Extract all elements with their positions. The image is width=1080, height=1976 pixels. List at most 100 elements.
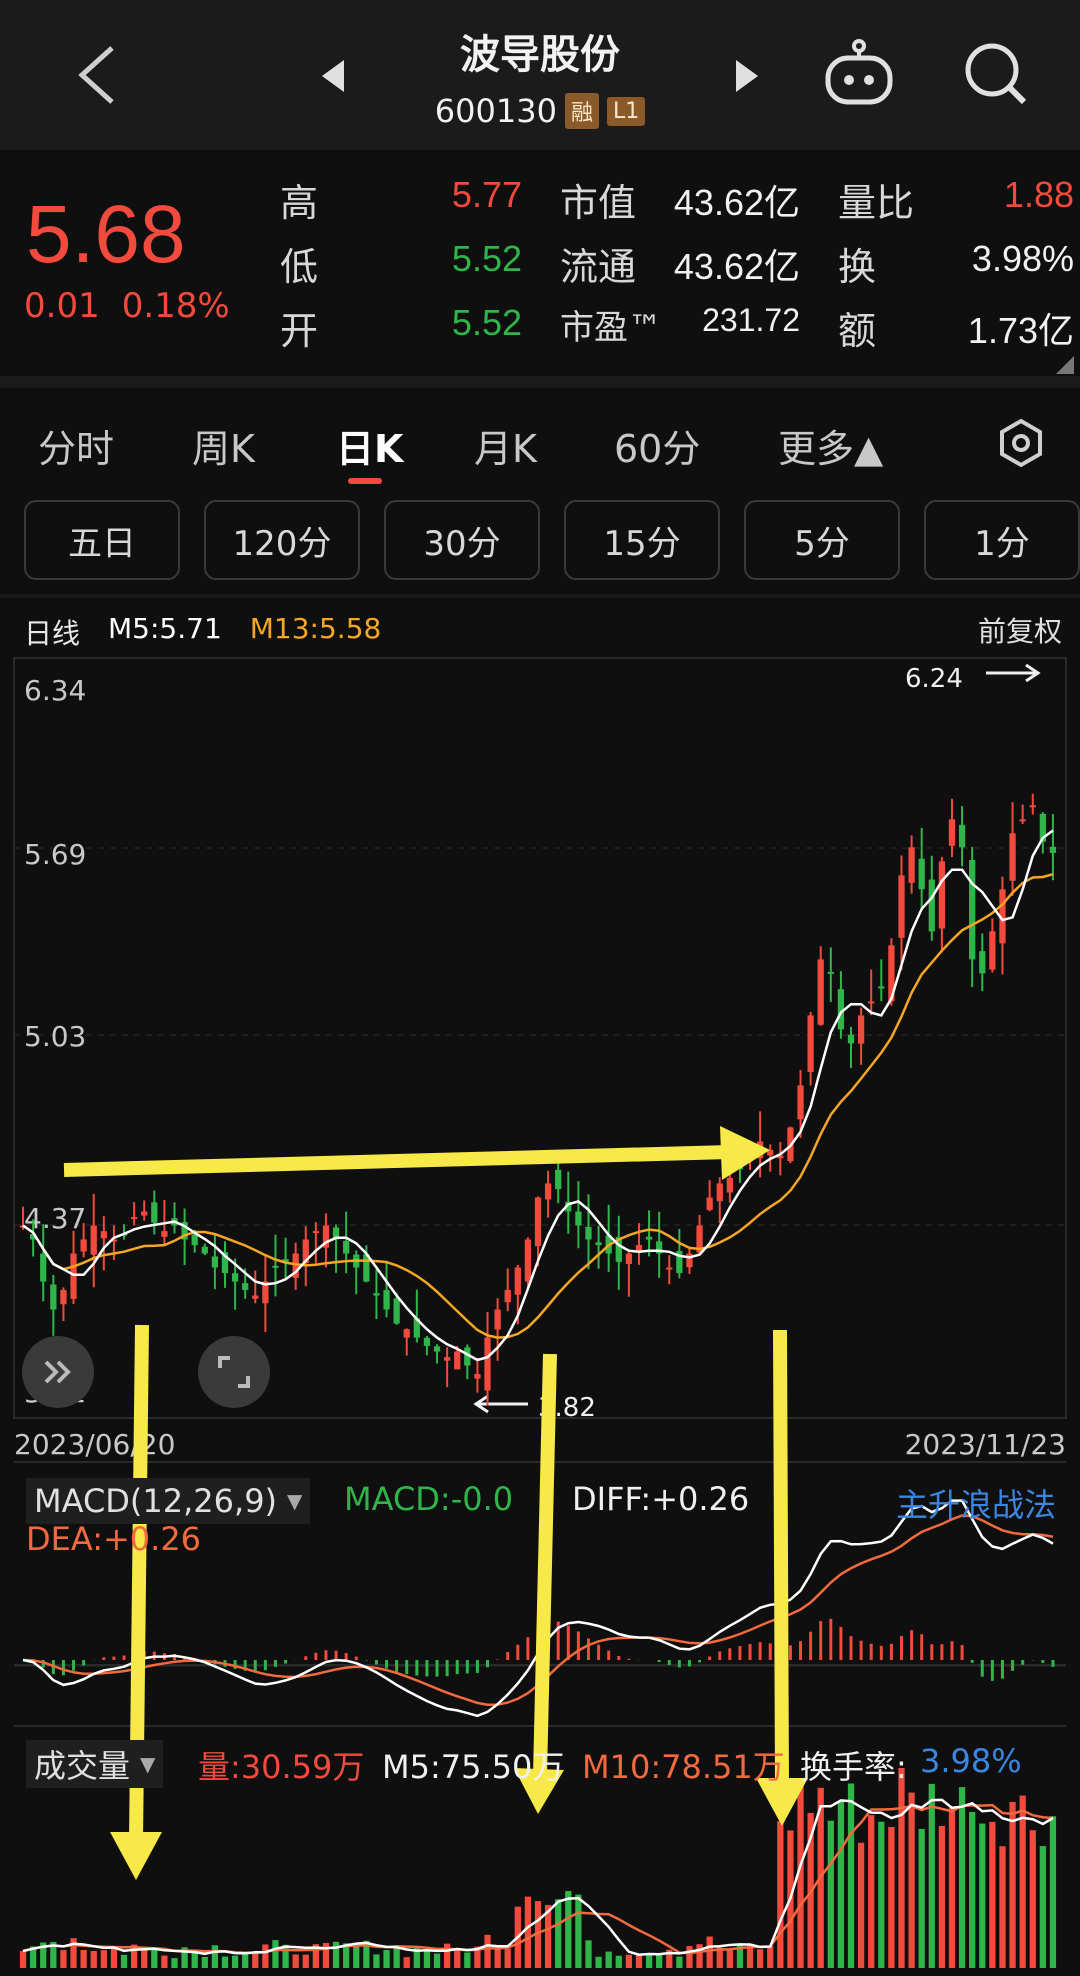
candle-body xyxy=(625,1253,633,1264)
candle-body xyxy=(272,1265,279,1268)
volume-bar xyxy=(80,1949,87,1968)
y-tick-label: 5.03 xyxy=(24,1020,86,1053)
candle-body xyxy=(494,1309,501,1330)
volume-bar xyxy=(141,1948,148,1968)
volume-bar xyxy=(443,1943,451,1968)
candle-body xyxy=(666,1267,673,1270)
candle-body xyxy=(969,859,976,960)
volume-bar xyxy=(696,1944,703,1968)
candle-body xyxy=(827,971,834,974)
candle-body xyxy=(312,1231,319,1234)
candle-body xyxy=(797,1085,804,1120)
volume-bar xyxy=(888,1826,895,1968)
volume-bar xyxy=(272,1940,279,1968)
volume-bar xyxy=(979,1823,986,1968)
candle-body xyxy=(504,1289,511,1303)
high-price-marker: 6.24 xyxy=(905,664,963,694)
volume-bar xyxy=(201,1956,208,1968)
volume-bar xyxy=(494,1948,501,1968)
volume-bar xyxy=(908,1792,915,1968)
candle-body xyxy=(383,1290,390,1310)
volume-bar xyxy=(60,1950,67,1968)
volume-bar xyxy=(110,1948,118,1968)
volume-bar xyxy=(555,1899,562,1968)
candle-body xyxy=(80,1239,87,1252)
volume-bar xyxy=(221,1956,229,1968)
candle-body xyxy=(726,1177,733,1193)
candle-body xyxy=(403,1329,410,1338)
volume-indicator-name: 成交量 xyxy=(34,1747,131,1785)
candle-body xyxy=(454,1351,461,1370)
candle-body xyxy=(979,951,986,974)
candle-body xyxy=(817,959,824,1025)
candle-body xyxy=(60,1289,67,1305)
volume-bar xyxy=(19,1951,27,1968)
candle-body xyxy=(706,1197,713,1211)
volume-bar xyxy=(847,1783,855,1968)
volume-bar xyxy=(1019,1795,1026,1968)
fullscreen-icon[interactable] xyxy=(198,1336,270,1408)
candle-body xyxy=(191,1234,198,1246)
volume-bar xyxy=(938,1825,946,1968)
candle-body xyxy=(231,1273,239,1282)
volume-bar xyxy=(726,1950,733,1968)
candle-body xyxy=(868,1001,875,1004)
volume-bar xyxy=(504,1948,511,1968)
dea-value: DEA:+0.26 xyxy=(26,1520,202,1558)
candle-body xyxy=(393,1298,400,1324)
ma13-line xyxy=(22,872,1054,1339)
kline-chart-canvas[interactable]: 6.34 5.69 5.03 4.37 3.72 2023/06/20 2023… xyxy=(0,0,1080,1976)
candle-body xyxy=(211,1256,219,1268)
volume-bar xyxy=(524,1896,532,1968)
candle-body xyxy=(151,1202,158,1223)
expand-sidebar-icon[interactable] xyxy=(22,1336,94,1408)
y-tick-label: 6.34 xyxy=(24,674,86,707)
volume-m10: M10:78.51万 xyxy=(582,1748,785,1786)
candle-body xyxy=(433,1346,441,1352)
turnover-rate-value: 3.98% xyxy=(920,1742,1022,1780)
volume-bar xyxy=(1049,1816,1057,1968)
volume-bar xyxy=(120,1954,128,1968)
candle-body xyxy=(878,986,885,989)
volume-bar xyxy=(211,1945,219,1968)
volume-m5: M5:75.50万 xyxy=(382,1748,565,1786)
indicator-selector[interactable]: MACD(12,26,9) ▼ xyxy=(26,1478,311,1524)
volume-bar xyxy=(928,1783,935,1968)
volume-bar xyxy=(686,1946,693,1968)
volume-bar xyxy=(918,1828,925,1968)
volume-bar xyxy=(868,1815,875,1968)
volume-bar xyxy=(878,1821,885,1968)
volume-bar xyxy=(969,1811,976,1968)
volume-bar xyxy=(292,1954,299,1968)
low-arrow-icon xyxy=(473,1394,528,1414)
candle-body xyxy=(534,1197,542,1247)
indicator-name: MACD(12,26,9) xyxy=(34,1482,278,1520)
volume-bar xyxy=(484,1934,491,1968)
volume-bar xyxy=(151,1948,158,1968)
candle-body xyxy=(100,1231,107,1239)
candle-body xyxy=(1029,805,1036,808)
candle-body xyxy=(161,1231,168,1237)
strategy-link[interactable]: 主升浪战法 xyxy=(896,1480,1056,1526)
candle-body xyxy=(847,1034,855,1044)
candle-body xyxy=(130,1217,138,1220)
candle-body xyxy=(908,847,915,883)
candle-body xyxy=(595,1242,602,1246)
candle-body xyxy=(70,1253,77,1299)
candle-body xyxy=(958,824,966,848)
candle-body xyxy=(343,1240,350,1254)
volume-selector[interactable]: 成交量 ▼ xyxy=(26,1740,164,1788)
candle-body xyxy=(1049,846,1057,853)
volume-bar xyxy=(777,1821,784,1968)
volume-bar xyxy=(1039,1846,1046,1968)
volume-bar xyxy=(464,1952,471,1968)
volume-bar xyxy=(454,1949,461,1968)
volume-bar xyxy=(1029,1830,1036,1968)
chevron-down-icon: ▼ xyxy=(140,1752,156,1776)
volume-bar xyxy=(676,1956,683,1968)
candle-body xyxy=(423,1337,431,1346)
candle-body xyxy=(1019,819,1026,822)
diff-value: DIFF:+0.26 xyxy=(572,1480,750,1518)
volume-bar xyxy=(322,1942,330,1968)
candle-body xyxy=(141,1211,148,1216)
